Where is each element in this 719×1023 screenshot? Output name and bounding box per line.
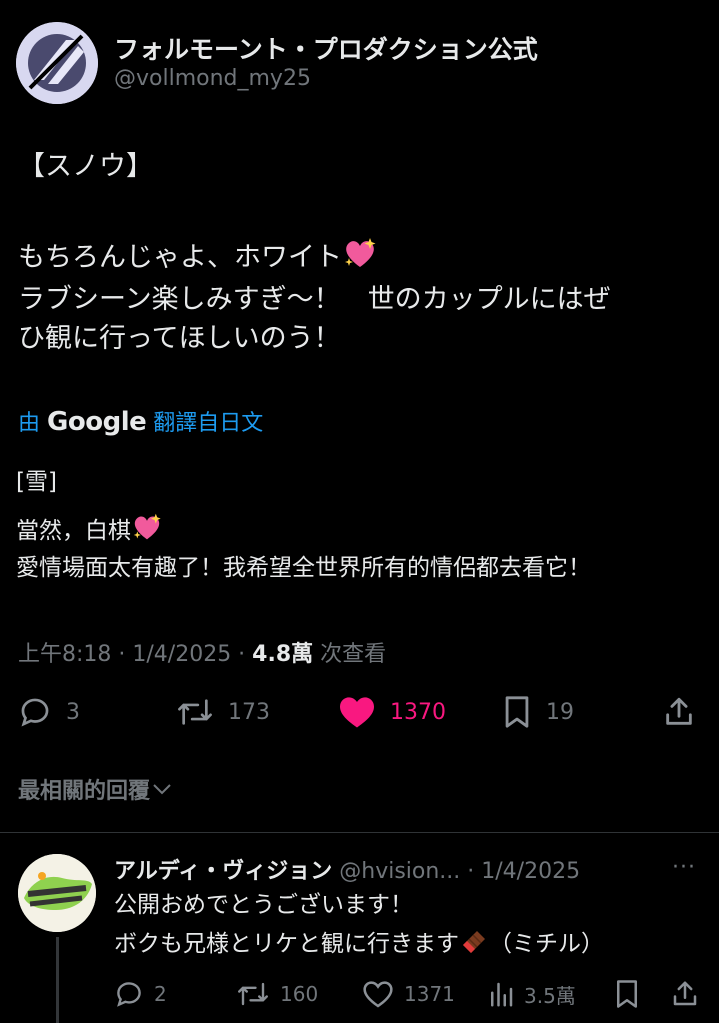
reply-repost-button[interactable]: 160 bbox=[236, 979, 318, 1009]
reply-like-button[interactable]: 1371 bbox=[362, 979, 455, 1009]
reply-text-fragment: ボクも兄様とリケと観に行きます bbox=[114, 931, 459, 957]
reply-bookmark-button[interactable] bbox=[614, 979, 640, 1009]
reply-reply-count: 2 bbox=[154, 982, 167, 1006]
repost-icon bbox=[238, 982, 268, 1006]
reply-repost-count: 160 bbox=[280, 982, 319, 1006]
translate-prefix: 由 bbox=[18, 411, 41, 436]
tweet-text-fragment: もちろんじゃよ、ホワイト bbox=[18, 242, 342, 273]
translated-text-line: 愛情場面太有趣了！我希望全世界所有的情侶都去看它！ bbox=[16, 555, 591, 581]
repost-button[interactable]: 173 bbox=[176, 694, 270, 730]
share-button[interactable] bbox=[662, 694, 696, 730]
view-label: 次查看 bbox=[313, 642, 387, 667]
translated-text-line: 當然，白棋 bbox=[16, 512, 163, 550]
reply-date[interactable]: · 1/4/2025 bbox=[460, 859, 580, 884]
reply-sort-dropdown[interactable]: 最相關的回覆 bbox=[18, 773, 174, 805]
translation-attribution[interactable]: 由 Google 翻譯自日文 bbox=[18, 405, 263, 437]
translated-text-fragment: 當然，白棋 bbox=[16, 518, 131, 544]
tweet-text-line: ひ観に行ってほしいのう！ bbox=[18, 323, 341, 354]
translated-text-line: [雪] bbox=[16, 469, 57, 495]
author-avatar[interactable] bbox=[16, 22, 98, 104]
like-count: 1370 bbox=[390, 699, 446, 725]
reply-icon bbox=[117, 982, 141, 1007]
author-handle[interactable]: @vollmond_my25 bbox=[114, 66, 311, 91]
share-icon bbox=[666, 697, 692, 725]
tweet-meta: 上午8:18 · 1/4/2025 · 4.8萬 次查看 bbox=[18, 636, 386, 668]
author-name[interactable]: フォルモーント・プロダクション公式 bbox=[114, 30, 538, 66]
thread-connector bbox=[56, 937, 59, 1023]
reply-reply-button[interactable]: 2 bbox=[114, 979, 167, 1009]
reply-icon bbox=[21, 698, 49, 727]
tweet-timestamp[interactable]: 上午8:18 · 1/4/2025 · bbox=[18, 642, 252, 667]
translate-source: 翻譯自日文 bbox=[153, 411, 264, 436]
sparkling-heart-icon bbox=[131, 512, 163, 550]
divider bbox=[0, 832, 719, 833]
reply-sort-label: 最相關的回覆 bbox=[18, 779, 151, 804]
google-logo: Google bbox=[47, 407, 147, 437]
bookmark-icon bbox=[617, 980, 637, 1008]
share-icon bbox=[673, 981, 697, 1006]
bookmark-count: 19 bbox=[546, 699, 574, 725]
heart-icon bbox=[363, 981, 393, 1008]
repost-count: 173 bbox=[228, 699, 270, 725]
chocolate-bar-icon bbox=[459, 927, 489, 964]
reply-header: アルディ・ヴィジョン @hvision... · 1/4/2025 bbox=[114, 853, 580, 885]
reply-views-button[interactable]: 3.5萬 bbox=[488, 979, 576, 1009]
reply-button[interactable]: 3 bbox=[18, 694, 80, 730]
reply-share-button[interactable] bbox=[670, 979, 700, 1009]
reply-text-line: 公開おめでとうございます！ bbox=[114, 892, 413, 918]
reply-text-fragment: （ミチル） bbox=[489, 931, 604, 957]
chevron-down-icon bbox=[153, 784, 171, 795]
views-chart-icon bbox=[491, 982, 513, 1007]
repost-icon bbox=[178, 699, 212, 725]
reply-like-count: 1371 bbox=[404, 982, 455, 1006]
reply-author-handle[interactable]: @hvision... bbox=[339, 859, 460, 884]
reply-text-line: ボクも兄様とリケと観に行きます （ミチル） bbox=[114, 927, 604, 964]
like-button[interactable]: 1370 bbox=[338, 694, 446, 730]
reply-view-count: 3.5萬 bbox=[524, 983, 576, 1008]
tweet-text-line: 【スノウ】 bbox=[18, 151, 153, 182]
more-options-icon[interactable]: ··· bbox=[672, 855, 696, 880]
heart-filled-icon bbox=[340, 697, 374, 728]
tweet-text-line: もちろんじゃよ、ホワイト bbox=[18, 236, 378, 278]
bookmark-icon bbox=[505, 696, 529, 728]
brand-logo-icon bbox=[18, 854, 96, 932]
reply-author-name[interactable]: アルディ・ヴィジョン bbox=[114, 859, 332, 884]
reply-author-avatar[interactable] bbox=[18, 854, 96, 932]
reply-count: 3 bbox=[66, 699, 80, 725]
view-count: 4.8萬 bbox=[252, 642, 314, 667]
bookmark-button[interactable]: 19 bbox=[502, 694, 574, 730]
tweet-text-line: ラブシーン楽しみすぎ〜！ 世のカップルにはぜ bbox=[18, 284, 611, 315]
brand-logo-icon bbox=[16, 22, 98, 104]
sparkling-heart-icon bbox=[342, 236, 378, 278]
